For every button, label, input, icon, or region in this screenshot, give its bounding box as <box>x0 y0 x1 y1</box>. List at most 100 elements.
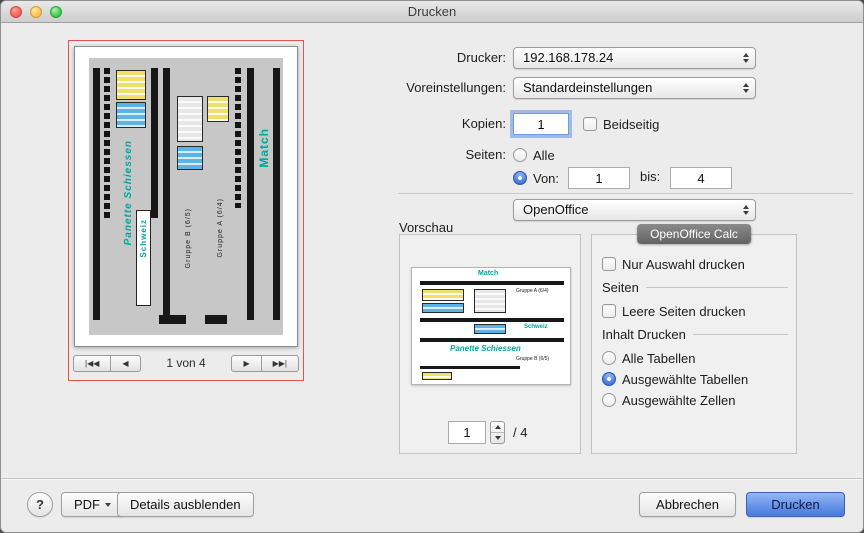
empty-pages-checkbox-row[interactable]: Leere Seiten drucken <box>602 302 746 320</box>
presets-select[interactable]: Standardeinstellungen <box>513 77 756 99</box>
popup-arrows-icon <box>743 53 749 63</box>
sheet-title-text: Match <box>478 270 498 277</box>
footer-divider <box>1 478 863 479</box>
table-bar <box>104 68 110 218</box>
empty-pages-checkbox[interactable] <box>602 304 616 318</box>
only-selection-checkbox-row[interactable]: Nur Auswahl drucken <box>602 255 745 273</box>
pdf-menu-button[interactable]: PDF <box>61 492 124 517</box>
cancel-button[interactable]: Abbrechen <box>639 492 736 517</box>
pages-from-label: Von: <box>533 171 559 186</box>
presets-select-value: Standardeinstellungen <box>523 80 652 95</box>
calc-panel-title: OpenOffice Calc <box>637 224 751 244</box>
stepper-up-icon[interactable] <box>495 425 501 429</box>
sheet-team-text: Schweiz <box>139 219 148 258</box>
duplex-checkbox-row[interactable]: Beidseitig <box>583 115 659 133</box>
spreadsheet-preview-graphic: Panette Schiessen Gruppe A (6/4) Gruppe … <box>89 58 283 335</box>
printer-select[interactable]: 192.168.178.24 <box>513 47 756 69</box>
table-cells <box>116 102 146 128</box>
table-cells <box>422 303 464 313</box>
sheet-group-a-text: Gruppe A (6/4) <box>217 198 224 258</box>
app-options-select-value: OpenOffice <box>523 202 589 217</box>
table-cells <box>474 289 506 313</box>
table-cells <box>177 146 203 170</box>
duplex-checkbox[interactable] <box>583 117 597 131</box>
only-selection-label: Nur Auswahl drucken <box>622 257 745 272</box>
selected-cells-label: Ausgewählte Zellen <box>622 393 735 408</box>
content-group-label-text: Inhalt Drucken <box>602 327 686 342</box>
popup-arrows-icon <box>743 83 749 93</box>
page-counter-label: 1 von 4 <box>166 355 205 372</box>
table-bar <box>159 315 186 324</box>
sheet-group-b-text: Gruppe B (6/5) <box>516 356 549 362</box>
pages-group-label: Seiten <box>602 280 788 295</box>
table-cells <box>207 96 229 122</box>
chevron-down-icon <box>105 503 111 507</box>
sheet-subtitle-text: Panette Schiessen <box>123 140 134 245</box>
pages-all-radio[interactable] <box>513 148 527 162</box>
selected-cells-radio[interactable] <box>602 393 616 407</box>
table-cells <box>177 96 203 142</box>
previous-page-button[interactable]: ◀ <box>111 355 140 372</box>
all-sheets-radio[interactable] <box>602 351 616 365</box>
table-bar <box>247 68 254 320</box>
pages-from-input[interactable] <box>568 167 630 189</box>
close-button[interactable] <box>10 6 22 18</box>
only-selection-checkbox[interactable] <box>602 257 616 271</box>
table-cells <box>116 70 146 100</box>
pages-all-radio-row[interactable]: Alle <box>513 146 555 164</box>
table-bar <box>93 68 100 320</box>
stepper-down-icon[interactable] <box>495 436 501 440</box>
selected-sheets-label: Ausgewählte Tabellen <box>622 372 748 387</box>
preview-pagination: |◀◀ ◀ 1 von 4 ▶ ▶▶| <box>73 355 299 372</box>
vorschau-box: Match Gruppe A (6/4) Schweiz Panette Sch… <box>399 234 581 454</box>
selected-sheets-radio[interactable] <box>602 372 616 386</box>
content-group-label: Inhalt Drucken <box>602 327 788 342</box>
preview-page-input[interactable] <box>448 421 486 444</box>
table-bar <box>151 68 158 218</box>
pages-label: Seiten: <box>301 144 506 166</box>
title-bar[interactable]: Drucken <box>1 1 863 23</box>
selected-cells-radio-row[interactable]: Ausgewählte Zellen <box>602 391 735 409</box>
table-cells <box>422 372 452 380</box>
empty-pages-label: Leere Seiten drucken <box>622 304 746 319</box>
copies-label: Kopien: <box>301 113 506 135</box>
table-bar <box>235 68 241 208</box>
zoom-button[interactable] <box>50 6 62 18</box>
app-options-select[interactable]: OpenOffice <box>513 199 756 221</box>
table-bar <box>420 281 564 285</box>
pages-range-radio[interactable] <box>513 171 527 185</box>
selected-sheets-radio-row[interactable]: Ausgewählte Tabellen <box>602 370 748 388</box>
table-bar <box>163 68 170 320</box>
pages-group-label-text: Seiten <box>602 280 639 295</box>
table-bar <box>273 68 280 320</box>
sheet-subtitle-text: Panette Schiessen <box>450 344 521 353</box>
presets-label: Voreinstellungen: <box>301 77 506 99</box>
print-preview-thumbnail: Match Gruppe A (6/4) Schweiz Panette Sch… <box>411 267 571 385</box>
first-page-button[interactable]: |◀◀ <box>73 355 111 372</box>
vorschau-label: Vorschau <box>399 220 453 235</box>
next-page-button[interactable]: ▶ <box>231 355 261 372</box>
pages-to-input[interactable] <box>670 167 732 189</box>
print-dialog: Drucken Panette Schiessen Gruppe A (6/4)… <box>0 0 864 533</box>
minimize-button[interactable] <box>30 6 42 18</box>
copies-input[interactable] <box>513 113 569 135</box>
team-cell: Schweiz <box>136 210 151 306</box>
page-total-label: / 4 <box>513 425 527 440</box>
last-page-button[interactable]: ▶▶| <box>262 355 299 372</box>
all-sheets-label: Alle Tabellen <box>622 351 695 366</box>
page-stepper[interactable] <box>490 421 505 444</box>
hide-details-button[interactable]: Details ausblenden <box>117 492 254 517</box>
print-button[interactable]: Drucken <box>746 492 845 517</box>
sheet-group-b-text: Gruppe B (6/5) <box>185 208 192 268</box>
all-sheets-radio-row[interactable]: Alle Tabellen <box>602 349 695 367</box>
help-button[interactable]: ? <box>27 492 53 517</box>
table-cells <box>474 324 506 334</box>
printer-label: Drucker: <box>301 47 506 69</box>
pages-range-radio-row[interactable]: Von: <box>513 169 559 187</box>
table-bar <box>205 315 227 324</box>
table-bar <box>420 338 564 342</box>
pages-to-label: bis: <box>640 169 660 184</box>
sheet-group-a-text: Gruppe A (6/4) <box>516 288 549 294</box>
window-title: Drucken <box>1 1 863 22</box>
sheet-title-text: Match <box>257 128 271 168</box>
